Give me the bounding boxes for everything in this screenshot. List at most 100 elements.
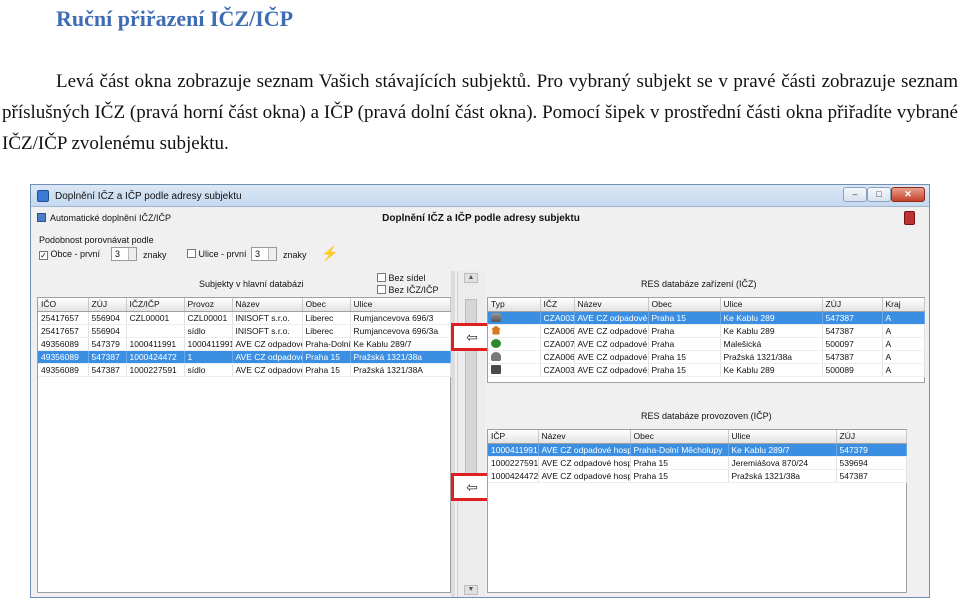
ulice-checkbox[interactable] <box>187 249 196 258</box>
table-cell: 1000424472 <box>126 350 185 364</box>
column-header[interactable]: IČZ <box>540 298 575 312</box>
icz-grid-title: RES databáze zařízení (IČZ) <box>641 279 757 289</box>
icp-grid[interactable]: IČP Název Obec Ulice ZÚJ 1000411991 AVE CZ od… <box>487 429 907 593</box>
column-header[interactable]: Název <box>574 298 649 312</box>
ulice-chars-spinner[interactable]: 3 <box>251 247 277 261</box>
column-header[interactable]: ZÚJ <box>88 298 127 312</box>
column-header[interactable]: Obec <box>648 298 721 312</box>
table-cell: 539694 <box>836 456 907 470</box>
icz-grid[interactable]: TypIČZNázevObecUliceZÚJKraj CZA00385AVE … <box>487 297 925 383</box>
column-header[interactable]: Název <box>232 298 303 312</box>
minimize-button[interactable]: – <box>843 187 867 202</box>
column-header[interactable]: Ulice <box>728 430 837 444</box>
column-header[interactable]: IČZ/IČP <box>126 298 185 312</box>
filter-bez-iczicp[interactable]: Bez IČZ/IČP <box>377 285 439 295</box>
table-row[interactable]: 49356089 547387 1000424472 1 AVE CZ odpadové… <box>38 350 451 364</box>
table-cell: sídlo <box>184 324 233 338</box>
table-cell: Jeremiášova 870/24 <box>728 456 837 470</box>
table-row[interactable]: CZA00674AVE CZ odpadové hPraha 15Pražská… <box>488 350 925 364</box>
window-titlebar: Doplnění IČZ a IČP podle adresy subjektu… <box>31 185 929 207</box>
table-cell: Pražská 1321/38A <box>350 363 451 377</box>
middle-scrollbar[interactable]: ▲ ▼ <box>457 271 485 597</box>
table-cell: Ke Kablu 289 <box>720 363 823 377</box>
app-icon <box>37 190 49 202</box>
table-cell: A <box>882 311 925 325</box>
table-cell: 1 <box>184 350 233 364</box>
pane-splitter[interactable] <box>451 271 455 597</box>
table-row[interactable]: 1000424472AVE CZ odpadové hospodářstvPra… <box>488 469 907 483</box>
table-cell: 547387 <box>88 350 127 364</box>
table-cell: AVE CZ odpadové hospodářstv <box>538 456 631 470</box>
table-row[interactable]: 49356089 547379 1000411991 1000411991 AVE CZ… <box>38 337 451 351</box>
column-header[interactable]: Ulice <box>350 298 451 312</box>
scroll-down-arrow[interactable]: ▼ <box>464 585 478 595</box>
column-header[interactable]: Kraj <box>882 298 925 312</box>
table-cell: 547379 <box>836 443 907 457</box>
document-paragraph: Levá část okna zobrazuje seznam Vašich s… <box>2 66 958 159</box>
table-row[interactable]: 25417657 556904 CZL00001 CZL00001 INISOFT s.… <box>38 311 451 325</box>
column-header[interactable]: ZÚJ <box>836 430 907 444</box>
table-row[interactable]: 49356089 547387 1000227591 sídlo AVE CZ odpa… <box>38 363 451 377</box>
table-cell: A <box>882 324 925 338</box>
subjects-grid[interactable]: IČO ZÚJ IČZ/IČP Provoz Název Obec Ulice 254176… <box>37 297 451 593</box>
table-row[interactable]: CZA00664AVE CZ odpadové hPrahaKe Kablu 2… <box>488 324 925 338</box>
obce-option[interactable]: ✓ Obce - první <box>39 249 100 260</box>
icp-grid-title: RES databáze provozoven (IČP) <box>641 411 772 421</box>
table-row[interactable]: CZA00385AVE CZ odpadové hPraha 15Ke Kabl… <box>488 363 925 377</box>
table-row[interactable]: 1000411991AVE CZ odpadové hospodářstvíPr… <box>488 443 907 457</box>
table-cell: AVE CZ odpadové <box>232 350 303 364</box>
table-cell: Praha 15 <box>630 456 729 470</box>
column-header[interactable]: Ulice <box>720 298 823 312</box>
column-header[interactable]: Název <box>538 430 631 444</box>
table-cell: Praha <box>648 324 721 338</box>
table-cell: 547387 <box>836 469 907 483</box>
table-row[interactable]: 1000227591AVE CZ odpadové hospodářstvPra… <box>488 456 907 470</box>
table-cell: Liberec <box>302 311 351 325</box>
table-cell: Praha 15 <box>302 363 351 377</box>
column-header[interactable]: Provoz <box>184 298 233 312</box>
bez-sidel-label: Bez sídel <box>388 273 426 283</box>
maximize-button[interactable]: □ <box>867 187 891 202</box>
table-cell: CZA00664 <box>540 324 575 338</box>
table-cell: Malešická <box>720 337 823 351</box>
table-cell: Praha 15 <box>648 350 721 364</box>
header-row: Typ IČZ Název Obec Ulice ZÚJ Kraj <box>488 298 925 312</box>
table-row[interactable]: CZA00385AVE CZ odpadové hPraha 15Ke Kabl… <box>488 311 925 325</box>
column-header[interactable]: Typ <box>488 298 541 312</box>
table-row[interactable]: CZA00789AVE CZ odpadové hPrahaMalešická5… <box>488 337 925 351</box>
bez-iczicp-checkbox[interactable] <box>377 285 386 294</box>
column-header[interactable]: Obec <box>302 298 351 312</box>
ulice-option[interactable]: Ulice - první <box>187 249 247 259</box>
lightning-icon[interactable]: ⚡ <box>321 245 338 262</box>
column-header[interactable]: IČO <box>38 298 89 312</box>
application-window: Doplnění IČZ a IČP podle adresy subjektu… <box>30 184 930 598</box>
table-cell: Praha 15 <box>648 311 721 325</box>
table-cell: CZA00674 <box>540 350 575 364</box>
type-cell <box>488 337 541 351</box>
table-row[interactable]: 25417657 556904 sídlo INISOFT s.r.o. Liberec… <box>38 324 451 338</box>
table-cell: Ke Kablu 289/7 <box>728 443 837 457</box>
filter-bez-sidel[interactable]: Bez sídel <box>377 273 426 283</box>
table-cell: 500089 <box>822 363 883 377</box>
column-header[interactable]: Obec <box>630 430 729 444</box>
bus-icon <box>491 364 501 374</box>
obce-checkbox[interactable]: ✓ <box>39 251 48 260</box>
obce-chars-spinner[interactable]: 3 <box>111 247 137 261</box>
close-button[interactable]: ✕ <box>891 187 925 202</box>
table-cell: 1000411991 <box>126 337 185 351</box>
table-cell: CZA00385 <box>540 311 575 325</box>
bez-iczicp-label: Bez IČZ/IČP <box>388 285 439 295</box>
tree-icon <box>491 338 501 348</box>
table-cell: Praha-Dolní <box>302 337 351 351</box>
table-cell: 500097 <box>822 337 883 351</box>
bez-sidel-checkbox[interactable] <box>377 273 386 282</box>
exit-icon[interactable] <box>904 211 915 225</box>
column-header[interactable]: ZÚJ <box>822 298 883 312</box>
table-cell: CZA00385 <box>540 363 575 377</box>
scroll-up-arrow[interactable]: ▲ <box>464 273 478 283</box>
header-row: IČO ZÚJ IČZ/IČP Provoz Název Obec Ulice <box>38 298 451 312</box>
column-header[interactable]: IČP <box>488 430 539 444</box>
table-cell: 49356089 <box>38 363 89 377</box>
left-grid-title: Subjekty v hlavní databázi <box>199 279 304 289</box>
table-cell: AVE CZ odpadové h <box>574 363 649 377</box>
